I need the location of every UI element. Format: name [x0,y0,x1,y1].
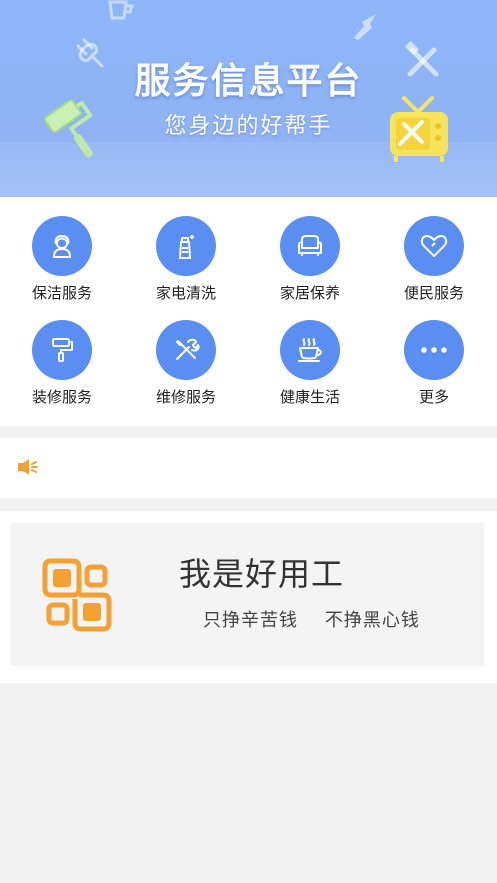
category-icon-circle [280,320,340,380]
cleaner-person-icon [53,235,71,258]
category-icon-circle [156,320,216,380]
category-label: 保洁服务 [31,284,92,302]
more-dots-icon [421,347,447,353]
category-icon-circle [156,216,216,276]
banner-title: 服务信息平台 [134,60,363,102]
category-label: 健康生活 [279,388,340,406]
lightning-icon [354,14,376,40]
category-home-care[interactable]: 家居保养 [248,216,372,303]
category-icon-circle [404,216,464,276]
category-label: 便民服务 [403,284,464,302]
category-decoration[interactable]: 装修服务 [0,320,124,407]
notice-bar[interactable] [0,438,497,498]
category-icon-circle [280,216,340,276]
sofa-icon [298,235,322,256]
promo-slogan: 只挣辛苦钱 不挣黑心钱 [203,610,420,631]
category-cleaning[interactable]: 保洁服务 [0,216,124,303]
category-label: 更多 [418,388,449,406]
spray-bottle-icon [178,235,194,259]
coffee-cup-icon [298,338,322,362]
category-convenience[interactable]: 便民服务 [372,216,496,303]
banner[interactable]: 服务信息平台 您身边的好帮手 [0,0,497,197]
cup-icon [108,0,135,20]
brand-logo-icon [42,558,112,632]
category-icon-circle [32,216,92,276]
promo-title: 我是好用工 [179,555,345,593]
heart-icon [420,235,448,257]
service-category-grid: 保洁服务 家电清洗 家居保养 便民服务 装修服务 维修服务 健康生活 更多 [0,197,497,426]
tools-icon [176,338,200,360]
category-repair[interactable]: 维修服务 [124,320,248,407]
category-icon-circle [32,320,92,380]
category-label: 家电清洗 [155,284,216,302]
speaker-icon [18,459,38,475]
category-label: 家居保养 [279,284,340,302]
category-icon-circle [404,320,464,380]
paint-roller-icon [52,338,73,362]
category-label: 维修服务 [155,388,216,406]
promo-card[interactable]: 我是好用工 只挣辛苦钱 不挣黑心钱 [11,523,484,666]
category-label: 装修服务 [31,388,92,406]
category-more[interactable]: 更多 [372,320,496,407]
promo-section: 我是好用工 只挣辛苦钱 不挣黑心钱 [0,511,497,683]
category-healthy-life[interactable]: 健康生活 [248,320,372,407]
category-appliance-cleaning[interactable]: 家电清洗 [124,216,248,303]
banner-subtitle: 您身边的好帮手 [164,114,333,139]
